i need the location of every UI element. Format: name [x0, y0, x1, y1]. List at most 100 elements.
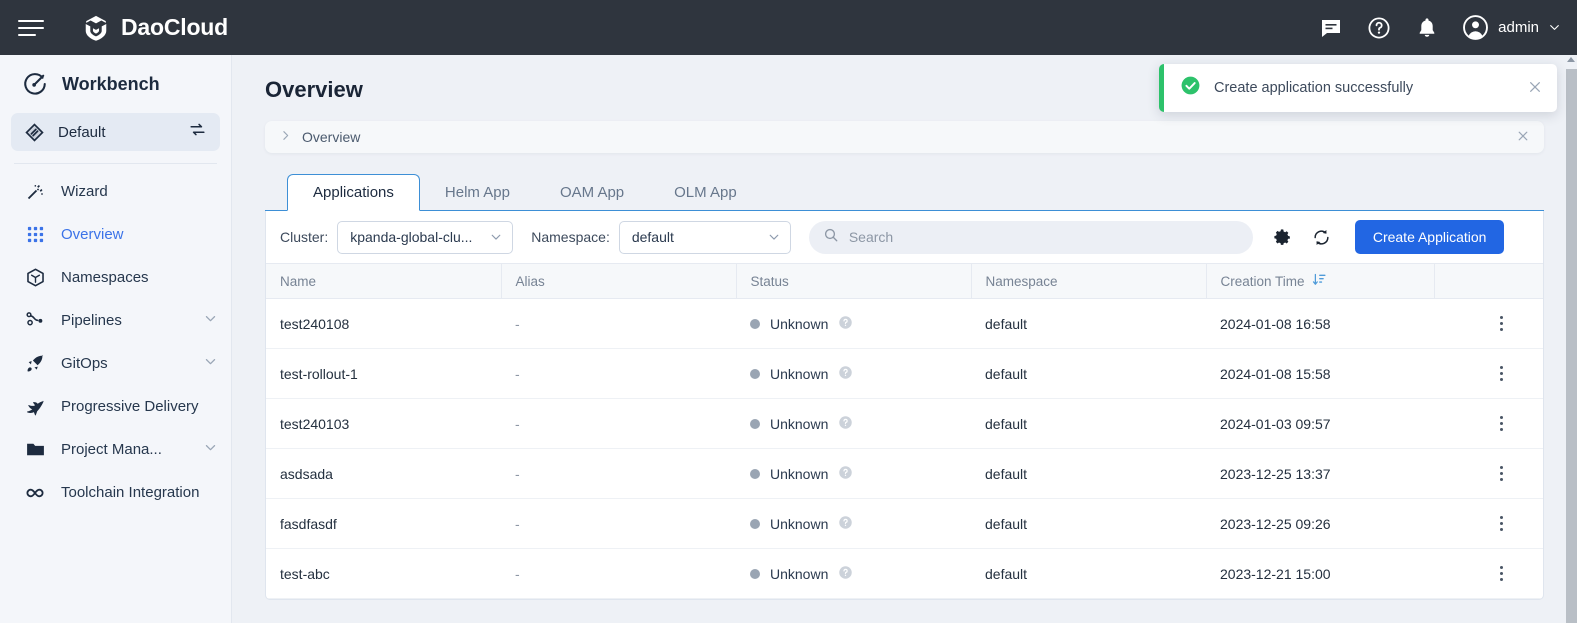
swap-icon[interactable]: [188, 120, 207, 144]
cell-namespace: default: [971, 499, 1206, 549]
scroll-up-arrow-icon[interactable]: [1567, 57, 1575, 62]
sidebar-workspace-default[interactable]: Default: [11, 113, 220, 151]
sidebar-item-overview[interactable]: Overview: [0, 213, 231, 256]
question-circle-icon[interactable]: [838, 565, 853, 583]
breadcrumb-close-icon[interactable]: [1516, 129, 1530, 146]
user-menu[interactable]: admin: [1462, 14, 1561, 41]
sidebar-item-project-management[interactable]: Project Mana...: [0, 428, 231, 471]
column-header-creation-time[interactable]: Creation Time: [1206, 264, 1434, 299]
bell-icon[interactable]: [1414, 15, 1440, 41]
sidebar-item-pipelines[interactable]: Pipelines: [0, 299, 231, 342]
scrollbar-thumb[interactable]: [1566, 69, 1577, 623]
infinity-icon: [24, 481, 46, 505]
topbar-actions: admin: [1318, 14, 1577, 41]
hamburger-icon[interactable]: [18, 18, 44, 38]
table-row[interactable]: test240108-Unknowndefault2024-01-08 16:5…: [266, 299, 1543, 349]
application-alias: -: [515, 366, 520, 382]
creation-time-value: 2024-01-08 16:58: [1220, 316, 1331, 332]
column-header-namespace[interactable]: Namespace: [971, 264, 1206, 299]
kebab-menu-icon[interactable]: [1492, 516, 1510, 531]
workbench-title: Workbench: [62, 74, 160, 95]
tab-olm-app[interactable]: OLM App: [649, 174, 762, 211]
success-check-icon: [1180, 75, 1201, 101]
cell-namespace: default: [971, 299, 1206, 349]
question-circle-icon[interactable]: [838, 415, 853, 433]
cell-actions: [1434, 349, 1543, 399]
breadcrumb-item[interactable]: Overview: [302, 129, 360, 145]
question-circle-icon[interactable]: [838, 465, 853, 483]
kebab-menu-icon[interactable]: [1492, 416, 1510, 431]
creation-time-value: 2023-12-25 13:37: [1220, 466, 1331, 482]
cluster-select-value: kpanda-global-clu...: [350, 229, 472, 245]
brand-logo[interactable]: DaoCloud: [82, 14, 228, 42]
namespace-select[interactable]: default: [619, 221, 791, 254]
cell-name[interactable]: test-rollout-1: [266, 349, 501, 399]
creation-time-value: 2023-12-25 09:26: [1220, 516, 1331, 532]
cell-name[interactable]: asdsada: [266, 449, 501, 499]
sidebar-item-label: Progressive Delivery: [61, 398, 199, 415]
column-header-alias[interactable]: Alias: [501, 264, 736, 299]
column-header-name[interactable]: Name: [266, 264, 501, 299]
table-row[interactable]: test-abc-Unknowndefault2023-12-21 15:00: [266, 549, 1543, 599]
cell-status: Unknown: [736, 499, 971, 549]
tab-oam-app[interactable]: OAM App: [535, 174, 649, 211]
cell-name[interactable]: test240103: [266, 399, 501, 449]
cell-name[interactable]: test-abc: [266, 549, 501, 599]
cell-name[interactable]: fasdfasdf: [266, 499, 501, 549]
column-header-label: Name: [280, 274, 316, 289]
message-icon[interactable]: [1318, 15, 1344, 41]
chevron-down-icon[interactable]: [203, 311, 218, 331]
user-name: admin: [1498, 19, 1539, 36]
application-name: asdsada: [280, 466, 333, 482]
table-row[interactable]: fasdfasdf-Unknowndefault 2023-12-25 09:26: [266, 499, 1543, 549]
sidebar-item-gitops[interactable]: GitOps: [0, 342, 231, 385]
cell-alias: -: [501, 549, 736, 599]
sidebar-item-toolchain-integration[interactable]: Toolchain Integration: [0, 471, 231, 514]
column-header-label: Namespace: [986, 274, 1058, 289]
column-header-label: Status: [751, 274, 789, 289]
column-header-status[interactable]: Status: [736, 264, 971, 299]
cell-namespace: default: [971, 399, 1206, 449]
sidebar-item-progressive-delivery[interactable]: Progressive Delivery: [0, 385, 231, 428]
main-content: Overview Overview Applications Helm App …: [232, 55, 1566, 623]
chevron-down-icon[interactable]: [203, 440, 218, 460]
kebab-menu-icon[interactable]: [1492, 366, 1510, 381]
question-circle-icon[interactable]: [838, 315, 853, 333]
refresh-icon[interactable]: [1312, 228, 1331, 247]
status-label: Unknown: [770, 366, 828, 382]
sidebar-item-wizard[interactable]: Wizard: [0, 170, 231, 213]
table-row[interactable]: asdsada-Unknowndefault2023-12-25 13:37: [266, 449, 1543, 499]
table-row[interactable]: test240103-Unknowndefault2024-01-03 09:5…: [266, 399, 1543, 449]
applications-table: Name Alias Status Namespace Creation Tim…: [266, 263, 1543, 599]
table-row[interactable]: test-rollout-1-Unknowndefault2024-01-08 …: [266, 349, 1543, 399]
page-scrollbar[interactable]: [1566, 55, 1577, 623]
question-circle-icon[interactable]: [838, 365, 853, 383]
help-icon[interactable]: [1366, 15, 1392, 41]
sort-descending-icon[interactable]: [1312, 272, 1327, 290]
tab-applications[interactable]: Applications: [287, 174, 420, 211]
gear-icon[interactable]: [1273, 228, 1292, 247]
chevron-right-icon[interactable]: [279, 129, 292, 145]
cluster-label: Cluster:: [280, 229, 328, 245]
toast-close-icon[interactable]: [1527, 79, 1543, 98]
workbench-icon: [22, 71, 48, 97]
sidebar-item-label: Overview: [61, 226, 124, 243]
kebab-menu-icon[interactable]: [1492, 466, 1510, 481]
sidebar-item-label: Project Mana...: [61, 441, 162, 458]
cell-alias: -: [501, 499, 736, 549]
search-input[interactable]: Search: [809, 221, 1253, 254]
cell-actions: [1434, 549, 1543, 599]
sidebar-item-namespaces[interactable]: Namespaces: [0, 256, 231, 299]
cell-namespace: default: [971, 549, 1206, 599]
kebab-menu-icon[interactable]: [1492, 566, 1510, 581]
chevron-down-icon[interactable]: [203, 354, 218, 374]
sidebar-item-label: GitOps: [61, 355, 108, 372]
tab-helm-app[interactable]: Helm App: [420, 174, 535, 211]
cluster-select[interactable]: kpanda-global-clu...: [337, 221, 513, 254]
kebab-menu-icon[interactable]: [1492, 316, 1510, 331]
create-application-button[interactable]: Create Application: [1355, 220, 1505, 254]
cell-name[interactable]: test240108: [266, 299, 501, 349]
question-circle-icon[interactable]: [838, 515, 853, 533]
grid-icon: [24, 225, 46, 244]
application-alias: -: [515, 566, 520, 582]
